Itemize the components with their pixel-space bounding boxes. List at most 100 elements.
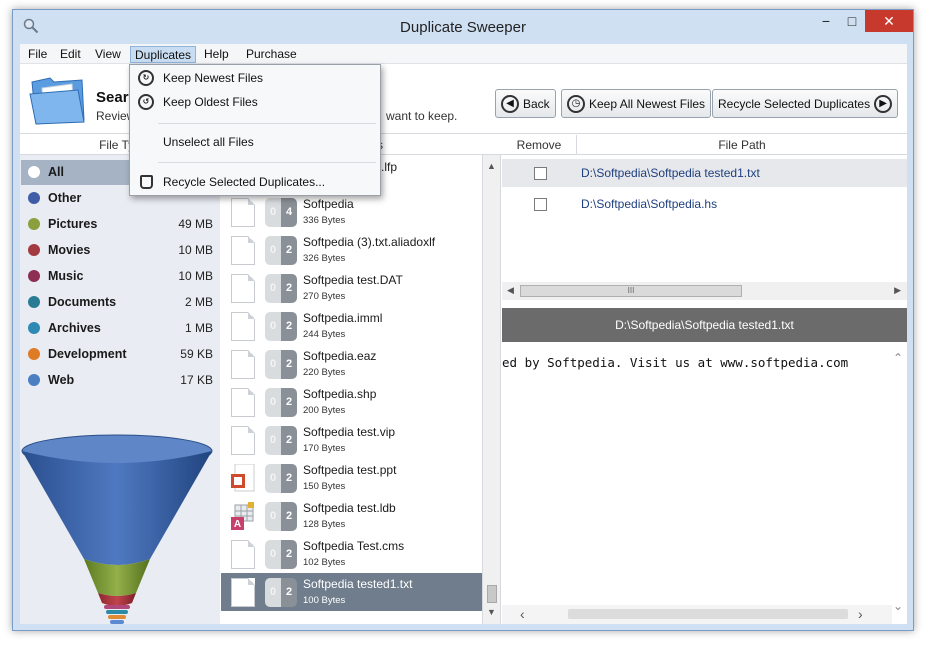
group-size: 326 Bytes [303,253,346,264]
duplicates-hscrollbar[interactable]: ◀ III ▶ [502,282,907,300]
back-button[interactable]: ◀ Back [495,89,556,118]
category-name: Movies [48,243,91,257]
preview-vscrollbar[interactable]: ⌃ ⌄ [891,351,905,613]
category-size: 10 MB [178,269,213,283]
menu-unselect-all[interactable]: Unselect all Files [132,131,378,153]
group-size: 100 Bytes [303,595,346,606]
duplicates-dropdown-menu: ↻ Keep Newest Files ↺ Keep Oldest Files … [129,64,381,196]
group-row[interactable]: 02 Softpedia.eaz 220 Bytes [221,345,482,383]
scroll-right-icon[interactable]: ▶ [894,285,901,296]
text-file-icon [231,578,255,607]
category-dot [28,296,40,308]
group-row[interactable]: 04 Softpedia 336 Bytes [221,193,482,231]
group-row-selected[interactable]: 02 Softpedia tested1.txt 100 Bytes [221,573,482,611]
duplicate-row[interactable]: D:\Softpedia\Softpedia tested1.txt [502,159,907,187]
preview-title: D:\Softpedia\Softpedia tested1.txt [502,308,907,342]
document-icon [231,236,255,265]
category-web[interactable]: Web 17 KB [21,368,219,393]
category-dot [28,192,40,204]
duplicate-path: D:\Softpedia\Softpedia tested1.txt [581,166,760,180]
duplicate-count-badge: 02 [265,274,297,303]
menu-duplicates[interactable]: Duplicates [130,46,197,63]
duplicate-count-badge: 02 [265,350,297,379]
duplicate-groups-list: pf.lfp 04 Softpedia 336 Bytes 02 Softped… [221,155,483,624]
document-icon [231,274,255,303]
menu-recycle-selected-label: Recycle Selected Duplicates... [163,175,326,189]
chevron-left-icon[interactable]: ‹ [520,606,525,622]
group-row[interactable]: 02 Softpedia test.ppt 150 Bytes [221,459,482,497]
category-development[interactable]: Development 59 KB [21,342,219,367]
category-size: 10 MB [178,243,213,257]
menu-recycle-selected[interactable]: Recycle Selected Duplicates... [132,171,378,193]
menu-help[interactable]: Help [200,46,233,63]
duplicate-row[interactable]: D:\Softpedia\Softpedia.hs [502,190,907,218]
group-row[interactable]: 02 Softpedia.shp 200 Bytes [221,383,482,421]
group-size: 244 Bytes [303,329,346,340]
duplicate-count-badge: 02 [265,540,297,569]
preview-hscrollbar[interactable]: ‹ › [502,605,892,624]
category-name: Web [48,373,75,387]
keep-all-newest-button[interactable]: ◷ Keep All Newest Files [561,89,712,118]
svg-text:A: A [234,519,241,530]
category-name: Development [48,347,127,361]
title-bar: Duplicate Sweeper − □ ✕ [13,10,913,44]
group-row[interactable]: 02 Softpedia.imml 244 Bytes [221,307,482,345]
category-dot [28,322,40,334]
duplicate-count-badge: 02 [265,578,297,607]
menu-view[interactable]: View [91,46,125,63]
scroll-left-icon[interactable]: ◀ [507,285,514,296]
maximize-button[interactable]: □ [839,10,865,32]
category-dot [28,374,40,386]
scroll-thumb[interactable] [487,585,497,603]
category-documents[interactable]: Documents 2 MB [21,290,219,315]
group-name: Softpedia Test.cms [303,539,405,553]
remove-checkbox[interactable] [534,198,547,211]
category-dot [28,348,40,360]
group-row[interactable]: 02 Softpedia test.DAT 270 Bytes [221,269,482,307]
menu-bar: File Edit View Duplicates Help Purchase [20,44,907,64]
file-type-pane: All Other Pictures 49 MB Movies 10 MB Mu… [20,155,220,624]
menu-keep-newest[interactable]: ↻ Keep Newest Files [132,67,378,89]
menu-unselect-all-label: Unselect all Files [163,135,254,149]
category-music[interactable]: Music 10 MB [21,264,219,289]
menu-keep-oldest-label: Keep Oldest Files [163,95,258,109]
scroll-up-icon[interactable]: ▲ [487,161,496,171]
col-remove[interactable]: Remove [502,135,577,155]
clock-icon: ◷ [567,94,585,113]
menu-edit[interactable]: Edit [56,46,85,63]
arrow-left-icon: ◀ [501,94,519,113]
scroll-thumb[interactable] [568,609,848,619]
category-archives[interactable]: Archives 1 MB [21,316,219,341]
category-movies[interactable]: Movies 10 MB [21,238,219,263]
category-pictures[interactable]: Pictures 49 MB [21,212,219,237]
group-row[interactable]: 02 Softpedia Test.cms 102 Bytes [221,535,482,573]
scroll-down-icon[interactable]: ▼ [487,607,496,617]
menu-file[interactable]: File [24,46,51,63]
group-row[interactable]: 02 Softpedia test.vip 170 Bytes [221,421,482,459]
category-name: Other [48,191,82,205]
group-row[interactable]: 02 Softpedia (3).txt.aliadoxlf 326 Bytes [221,231,482,269]
chevron-down-icon[interactable]: ⌄ [893,599,903,613]
group-name: Softpedia test.ldb [303,501,396,515]
category-dot [28,270,40,282]
menu-keep-oldest[interactable]: ↺ Keep Oldest Files [132,91,378,113]
groups-scrollbar[interactable]: ▲ ▼ [483,155,501,624]
minimize-button[interactable]: − [813,10,839,32]
recycle-selected-button[interactable]: Recycle Selected Duplicates ▶ [712,89,899,118]
scroll-thumb[interactable]: III [520,285,742,297]
menu-separator [158,162,376,163]
menu-purchase[interactable]: Purchase [242,46,301,63]
duplicate-count-badge: 02 [265,312,297,341]
funnel-graphic [21,434,213,624]
document-icon [231,312,255,341]
col-file-path[interactable]: File Path [577,135,907,155]
close-button[interactable]: ✕ [865,10,913,32]
remove-checkbox[interactable] [534,167,547,180]
group-row[interactable]: A 02 Softpedia test.ldb 128 Bytes [221,497,482,535]
group-name: Softpedia (3).txt.aliadoxlf [303,235,436,249]
chevron-up-icon[interactable]: ⌃ [893,351,903,365]
chevron-right-icon[interactable]: › [858,606,863,622]
group-size: 150 Bytes [303,481,346,492]
menu-keep-newest-label: Keep Newest Files [163,71,264,85]
group-size: 200 Bytes [303,405,346,416]
